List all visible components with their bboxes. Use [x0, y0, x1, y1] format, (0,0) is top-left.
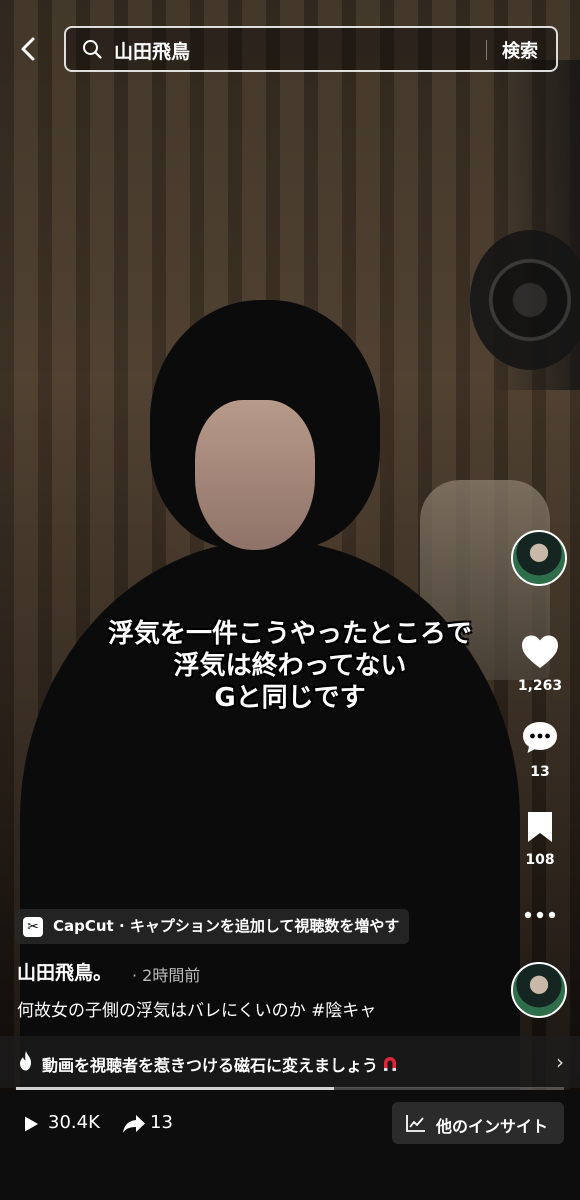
- person-face: [195, 400, 315, 550]
- view-count: 30.4K: [48, 1112, 100, 1133]
- search-query[interactable]: 山田飛鳥: [114, 37, 190, 64]
- more-icon: [524, 911, 556, 919]
- capcut-banner[interactable]: ✂ CapCut · キャプションを追加して視聴数を増やす: [15, 909, 410, 944]
- capcut-label: CapCut · キャプションを追加して視聴数を増やす: [53, 917, 400, 935]
- fire-icon: [20, 1051, 31, 1071]
- search-button[interactable]: 検索: [502, 37, 538, 63]
- more-options-button[interactable]: [500, 905, 580, 924]
- bookmark-icon: [528, 812, 552, 842]
- search-field[interactable]: 山田飛鳥 検索: [64, 26, 558, 72]
- sound-avatar[interactable]: [511, 962, 567, 1018]
- video-screen: 山田飛鳥 検索 浮気を一件こうやったところで 浮気は終わってない Gと同じです …: [0, 0, 580, 1200]
- promo-text: 動画を視聴者を惹きつける磁石に変えましょう: [42, 1052, 400, 1076]
- search-icon: [83, 40, 102, 59]
- comment-button[interactable]: 13: [500, 720, 580, 780]
- bookmark-button[interactable]: 108: [500, 810, 580, 868]
- chart-icon: [406, 1115, 425, 1132]
- video-caption: 浮気を一件こうやったところで 浮気は終わってない Gと同じです: [40, 618, 540, 714]
- like-count: 1,263: [517, 678, 563, 694]
- caption-line-1: 浮気を一件こうやったところで: [107, 619, 472, 649]
- search-divider: [486, 40, 487, 60]
- post-description[interactable]: 何故女の子側の浮気はバレにくいのか #陰キャ: [17, 996, 376, 1021]
- comment-count: 13: [530, 764, 550, 780]
- comment-icon: [523, 722, 557, 753]
- heart-icon: [522, 635, 558, 668]
- back-arrow-icon: [21, 37, 35, 61]
- share-count: 13: [150, 1112, 173, 1133]
- share-arrow-icon: [123, 1115, 145, 1133]
- creator-avatar[interactable]: [511, 530, 567, 586]
- top-search-bar: 山田飛鳥 検索: [0, 24, 580, 76]
- magnet-icon: [384, 1057, 397, 1071]
- insights-button[interactable]: 他のインサイト: [392, 1102, 564, 1144]
- back-button[interactable]: [14, 34, 44, 64]
- bookmark-count: 108: [525, 852, 555, 868]
- caption-line-2: 浮気は終わってない: [173, 651, 407, 681]
- background-dartboard: [470, 230, 580, 370]
- insights-label: 他のインサイト: [436, 1117, 549, 1136]
- capcut-icon: ✂: [23, 917, 43, 937]
- post-time: · 2時間前: [132, 966, 201, 985]
- play-count-icon: [25, 1116, 38, 1132]
- author-name[interactable]: 山田飛鳥。: [17, 958, 112, 985]
- caption-line-3: Gと同じです: [214, 683, 366, 713]
- promo-banner[interactable]: 動画を視聴者を惹きつける磁石に変えましょう ›: [0, 1036, 580, 1088]
- like-button[interactable]: 1,263: [500, 634, 580, 694]
- chevron-right-icon: ›: [556, 1050, 564, 1074]
- bottom-stats-bar: 30.4K 13 他のインサイト: [0, 1090, 580, 1200]
